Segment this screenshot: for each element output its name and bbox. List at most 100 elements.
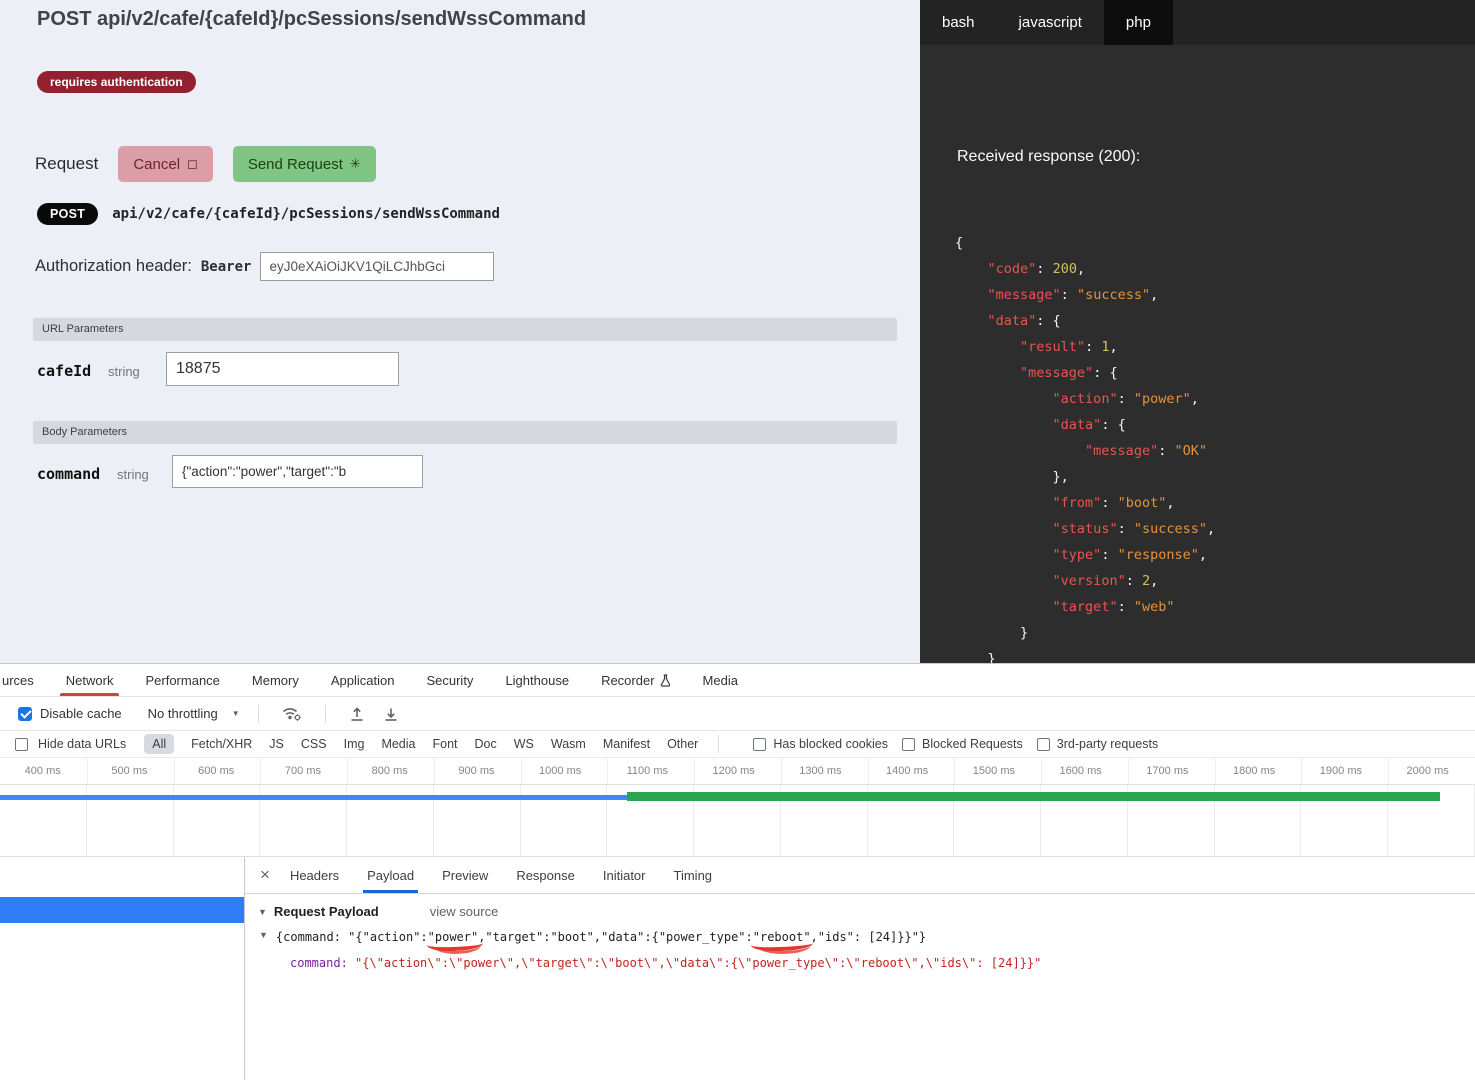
code-tab-php[interactable]: php (1104, 0, 1173, 45)
detail-tab-initiator[interactable]: Initiator (589, 857, 660, 893)
cancel-button[interactable]: Cancel ◻ (118, 146, 213, 182)
auth-header-label: Authorization header: (35, 257, 192, 276)
filter-other[interactable]: Other (667, 737, 698, 751)
filter-media[interactable]: Media (381, 737, 415, 751)
devtools-tab-network[interactable]: Network (50, 664, 130, 696)
disclosure-triangle-icon[interactable]: ▼ (258, 907, 267, 917)
filter-checkbox-blocked-requests[interactable]: Blocked Requests (902, 737, 1023, 751)
response-json-block: { "code": 200, "message": "success", "da… (955, 230, 1475, 663)
endpoint-path: api/v2/cafe/{cafeId}/pcSessions/sendWssC… (112, 206, 500, 222)
request-detail-pane: × HeadersPayloadPreviewResponseInitiator… (245, 857, 1475, 1080)
detail-tab-response[interactable]: Response (502, 857, 589, 893)
devtools-tab-urces[interactable]: urces (0, 664, 50, 696)
code-line: }, (955, 464, 1475, 490)
cafeid-input[interactable] (166, 352, 399, 386)
devtools-tabbar: urcesNetworkPerformanceMemoryApplication… (0, 664, 1475, 697)
request-payload-header: ▼ Request Payload view source (258, 904, 498, 919)
response-title: Received response (200): (957, 148, 1140, 166)
request-list[interactable] (0, 857, 245, 1080)
code-line: "message": "OK" (955, 438, 1475, 464)
view-source-link[interactable]: view source (430, 904, 499, 919)
import-har-icon[interactable] (349, 706, 365, 722)
checkbox-icon[interactable] (1037, 738, 1050, 751)
request-actions-row: Request Cancel ◻ Send Request ✳ (35, 146, 376, 182)
code-language-tabbar: bashjavascriptphp (920, 0, 1475, 45)
timeline-tick: 1200 ms (694, 758, 781, 784)
filter-checkbox-3rd-party-requests[interactable]: 3rd-party requests (1037, 737, 1158, 751)
timeline-tick: 400 ms (0, 758, 87, 784)
disable-cache-checkbox[interactable] (18, 707, 32, 721)
code-line: "data": { (955, 412, 1475, 438)
param-type-cafeid: string (108, 364, 140, 379)
code-line: "result": 1, (955, 334, 1475, 360)
timeline-tick: 900 ms (434, 758, 521, 784)
send-request-button[interactable]: Send Request ✳ (233, 146, 376, 182)
network-conditions-icon[interactable] (282, 706, 302, 722)
timeline-tick: 1800 ms (1215, 758, 1302, 784)
export-har-icon[interactable] (383, 706, 399, 722)
detail-tab-timing[interactable]: Timing (660, 857, 727, 893)
http-method-badge: POST (37, 203, 98, 225)
throttling-select[interactable]: No throttling ▼ (148, 706, 240, 721)
auth-token-input[interactable] (260, 252, 494, 281)
filter-css[interactable]: CSS (301, 737, 327, 751)
timeline-tick: 1700 ms (1128, 758, 1215, 784)
hide-data-urls-checkbox[interactable] (15, 738, 28, 751)
filter-wasm[interactable]: Wasm (551, 737, 586, 751)
network-overview[interactable] (0, 785, 1475, 857)
filter-js[interactable]: JS (269, 737, 284, 751)
devtools-tab-performance[interactable]: Performance (129, 664, 235, 696)
filter-doc[interactable]: Doc (475, 737, 497, 751)
filter-font[interactable]: Font (432, 737, 457, 751)
timeline-tick: 1900 ms (1301, 758, 1388, 784)
detail-tab-headers[interactable]: Headers (276, 857, 353, 893)
detail-tab-payload[interactable]: Payload (353, 857, 428, 893)
filter-checkbox-group: Has blocked cookies Blocked Requests 3rd-p… (739, 737, 1158, 751)
code-line: "action": "power", (955, 386, 1475, 412)
chevron-down-icon: ▼ (232, 709, 240, 718)
code-line: { (955, 230, 1475, 256)
stop-icon: ◻ (187, 156, 198, 172)
devtools-tab-memory[interactable]: Memory (236, 664, 315, 696)
devtools-tab-recorder[interactable]: Recorder (585, 664, 686, 696)
payload-preview-row[interactable]: ▼ {command: "{"action":"power","target":… (259, 930, 926, 944)
code-tab-bash[interactable]: bash (920, 0, 997, 45)
filter-fetch-xhr[interactable]: Fetch/XHR (191, 737, 252, 751)
filter-ws[interactable]: WS (514, 737, 534, 751)
divider (718, 735, 719, 753)
code-line: "message": { (955, 360, 1475, 386)
devtools-tab-security[interactable]: Security (410, 664, 489, 696)
url-params-header: URL Parameters (33, 318, 897, 341)
timeline-tick: 800 ms (347, 758, 434, 784)
devtools-tab-media[interactable]: Media (687, 664, 754, 696)
filter-manifest[interactable]: Manifest (603, 737, 650, 751)
auth-scheme-label: Bearer (201, 259, 252, 275)
overview-bar-green (627, 792, 1440, 801)
timeline-tick: 1400 ms (868, 758, 955, 784)
close-icon[interactable]: × (260, 865, 270, 885)
request-payload-title: Request Payload (274, 904, 379, 919)
command-input[interactable] (172, 455, 423, 488)
code-tab-javascript[interactable]: javascript (997, 0, 1104, 45)
disclosure-triangle-icon[interactable]: ▼ (259, 930, 268, 940)
checkbox-icon[interactable] (753, 738, 766, 751)
filter-all[interactable]: All (144, 734, 174, 754)
cancel-button-label: Cancel (133, 156, 180, 173)
code-line: } (955, 620, 1475, 646)
timeline-tick: 700 ms (260, 758, 347, 784)
code-example-panel: bashjavascriptphp Received response (200… (920, 0, 1475, 663)
filter-checkbox-has-blocked-cookies[interactable]: Has blocked cookies (753, 737, 888, 751)
endpoint-row: POST api/v2/cafe/{cafeId}/pcSessions/sen… (37, 203, 500, 225)
payload-key: command: (290, 956, 355, 970)
detail-tab-preview[interactable]: Preview (428, 857, 502, 893)
timeline-tick: 2000 ms (1388, 758, 1475, 784)
param-name-cafeid: cafeId (37, 362, 91, 380)
body-params-header: Body Parameters (33, 421, 897, 444)
code-line: "data": { (955, 308, 1475, 334)
selected-request-row[interactable] (0, 897, 244, 923)
devtools-tab-lighthouse[interactable]: Lighthouse (489, 664, 585, 696)
devtools-tab-application[interactable]: Application (315, 664, 411, 696)
filter-img[interactable]: Img (344, 737, 365, 751)
checkbox-icon[interactable] (902, 738, 915, 751)
timeline-tick: 1500 ms (954, 758, 1041, 784)
